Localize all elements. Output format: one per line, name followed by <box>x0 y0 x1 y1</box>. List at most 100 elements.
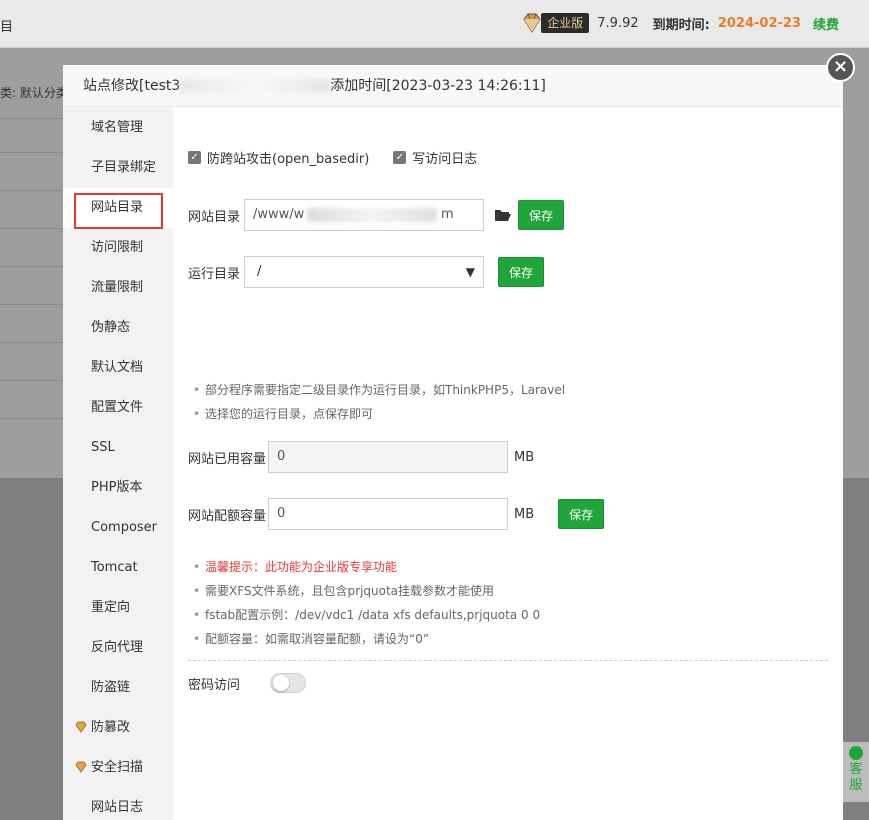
sidebar-item-label: Composer <box>91 520 158 535</box>
site-dir-value-prefix: /www/w <box>253 207 305 222</box>
sidebar-item-label: 网站目录 <box>91 200 144 215</box>
list-divider <box>0 380 63 381</box>
redacted-site-name <box>180 79 331 93</box>
tip-item: fstab配置示例：/dev/vdc1 /data xfs defaults,p… <box>193 603 540 627</box>
options-row: ✓ 防跨站攻击(open_basedir) ✓ 写访问日志 <box>188 148 495 167</box>
redacted-path <box>307 208 437 222</box>
sidebar-item-label: 安全扫描 <box>91 760 144 775</box>
sidebar-item-label: 重定向 <box>91 600 131 615</box>
run-dir-select[interactable]: / ▼ <box>244 256 484 288</box>
customer-service-button[interactable]: 客服 <box>843 742 869 802</box>
sidebar-item[interactable]: SSL <box>63 428 173 468</box>
headset-icon <box>849 746 863 760</box>
sidebar-item[interactable]: 默认文档 <box>63 348 173 388</box>
title-prefix: 站点修改[test3 <box>83 78 181 94</box>
edition-label: 企业版 <box>541 13 590 33</box>
close-dialog-button[interactable]: × <box>826 53 855 82</box>
quota-row: 网站配额容量 0 MB 保存 <box>188 498 605 530</box>
expire-label: 到期时间: <box>652 17 710 33</box>
used-quota-row: 网站已用容量 0 MB <box>188 441 544 473</box>
used-quota-value: 0 <box>277 449 286 464</box>
save-site-dir-button[interactable]: 保存 <box>518 200 565 230</box>
sidebar-item[interactable]: 重定向 <box>63 588 173 628</box>
save-quota-button[interactable]: 保存 <box>558 499 605 529</box>
open-basedir-label: 防跨站攻击(open_basedir) <box>207 152 370 167</box>
save-run-dir-button[interactable]: 保存 <box>498 257 545 287</box>
quota-value: 0 <box>277 506 286 521</box>
sidebar-item-label: 网站日志 <box>91 800 144 815</box>
site-dir-input[interactable]: /www/w m <box>244 199 484 231</box>
folder-open-icon[interactable] <box>494 208 512 222</box>
background-strip <box>843 48 869 478</box>
sidebar-item[interactable]: 子目录绑定 <box>63 148 173 188</box>
tip-item: 部分程序需要指定二级目录作为运行目录，如ThinkPHP5，Laravel <box>193 378 565 402</box>
sidebar-item[interactable]: 反向代理 <box>63 628 173 668</box>
sidebar-item-label: SSL <box>91 440 115 455</box>
enterprise-badge[interactable]: 企业版 <box>520 12 590 34</box>
list-divider <box>0 190 63 191</box>
settings-sidebar: 域名管理子目录绑定网站目录访问限制流量限制伪静态 默认文档配置文件 SSL PHP版本… <box>63 108 173 820</box>
sidebar-item[interactable]: Composer <box>63 508 173 548</box>
site-directory-panel: ✓ 防跨站攻击(open_basedir) ✓ 写访问日志 网站目录 /www/… <box>173 108 843 820</box>
enterprise-warning: 温馨提示：此功能为企业版专享功能 <box>193 555 540 579</box>
sidebar-item[interactable]: 配置文件 <box>63 388 173 428</box>
password-access-toggle[interactable] <box>270 673 307 693</box>
sidebar-item-label: 流量限制 <box>91 280 144 295</box>
list-divider <box>0 152 63 153</box>
sidebar-item-label: 防盗链 <box>91 680 131 695</box>
sidebar-item[interactable]: PHP版本 <box>63 468 173 508</box>
toggle-knob <box>273 675 290 691</box>
site-dir-value-suffix: m <box>441 207 454 222</box>
tip-item: 配额容量：如需取消容量配额，请设为“0” <box>193 627 540 651</box>
section-divider <box>188 660 828 661</box>
license-info: 企业版 7.9.92 到期时间: 2024-02-23 续费 <box>520 12 839 34</box>
list-divider <box>0 304 63 305</box>
list-divider <box>0 342 63 343</box>
sidebar-item-label: PHP版本 <box>91 480 143 495</box>
used-quota-unit: MB <box>514 449 535 465</box>
run-dir-row: 运行目录 / ▼ 保存 <box>188 256 545 288</box>
sidebar-item-label: Tomcat <box>91 560 138 575</box>
premium-diamond-icon <box>75 761 87 773</box>
quota-label: 网站配额容量 <box>188 508 267 524</box>
sidebar-item[interactable]: 流量限制 <box>63 268 173 308</box>
run-dir-selected: / <box>257 264 262 279</box>
chevron-down-icon: ▼ <box>465 265 475 279</box>
sidebar-item[interactable]: 域名管理 <box>63 108 173 148</box>
quota-input[interactable]: 0 <box>268 498 508 530</box>
used-quota-input: 0 <box>268 441 508 473</box>
version-text: 7.9.92 <box>597 15 639 31</box>
site-dir-row: 网站目录 /www/w m 保存 <box>188 199 565 231</box>
sidebar-item-label: 反向代理 <box>91 640 144 655</box>
open-basedir-checkbox[interactable]: ✓ <box>188 151 201 164</box>
site-dir-label: 网站目录 <box>188 209 241 225</box>
dialog-title: 站点修改[test3 添加时间[2023-03-23 14:26:11] <box>63 65 843 107</box>
run-dir-tips: 部分程序需要指定二级目录作为运行目录，如ThinkPHP5，Laravel 选择… <box>193 378 565 426</box>
sidebar-item[interactable]: 访问限制 <box>63 228 173 268</box>
sidebar-item-label: 防篡改 <box>91 720 131 735</box>
sidebar-item[interactable]: 网站日志 <box>63 788 173 820</box>
quota-tips: 温馨提示：此功能为企业版专享功能 需要XFS文件系统，且包含prjquota挂载… <box>193 555 540 651</box>
site-edit-dialog: 站点修改[test3 添加时间[2023-03-23 14:26:11] 域名管理… <box>63 65 843 820</box>
list-divider <box>0 418 63 419</box>
top-bar: 目 企业版 7.9.92 到期时间: 2024-02-23 续费 <box>0 0 869 48</box>
list-divider <box>0 266 63 267</box>
category-fragment: 类: 默认分类 <box>0 86 68 100</box>
service-label: 客服 <box>849 762 863 793</box>
sidebar-item-label: 访问限制 <box>91 240 144 255</box>
quota-unit: MB <box>514 506 535 522</box>
sidebar-item[interactable]: 安全扫描 <box>63 748 173 788</box>
used-quota-label: 网站已用容量 <box>188 451 267 467</box>
sidebar-item[interactable]: 防篡改 <box>63 708 173 748</box>
access-log-checkbox[interactable]: ✓ <box>393 151 407 164</box>
header-fragment: 目 <box>0 20 14 35</box>
sidebar-item[interactable]: Tomcat <box>63 548 173 588</box>
sidebar-item[interactable]: 防盗链 <box>63 668 173 708</box>
sidebar-item[interactable]: 网站目录 <box>63 188 173 229</box>
sidebar-item[interactable]: 伪静态 <box>63 308 173 348</box>
sidebar-item-label: 域名管理 <box>91 120 144 135</box>
renew-link[interactable]: 续费 <box>813 14 839 33</box>
tip-item: 选择您的运行目录，点保存即可 <box>193 402 565 426</box>
tip-item: 需要XFS文件系统，且包含prjquota挂载参数才能使用 <box>193 579 540 603</box>
sidebar-item-label: 配置文件 <box>91 400 144 415</box>
